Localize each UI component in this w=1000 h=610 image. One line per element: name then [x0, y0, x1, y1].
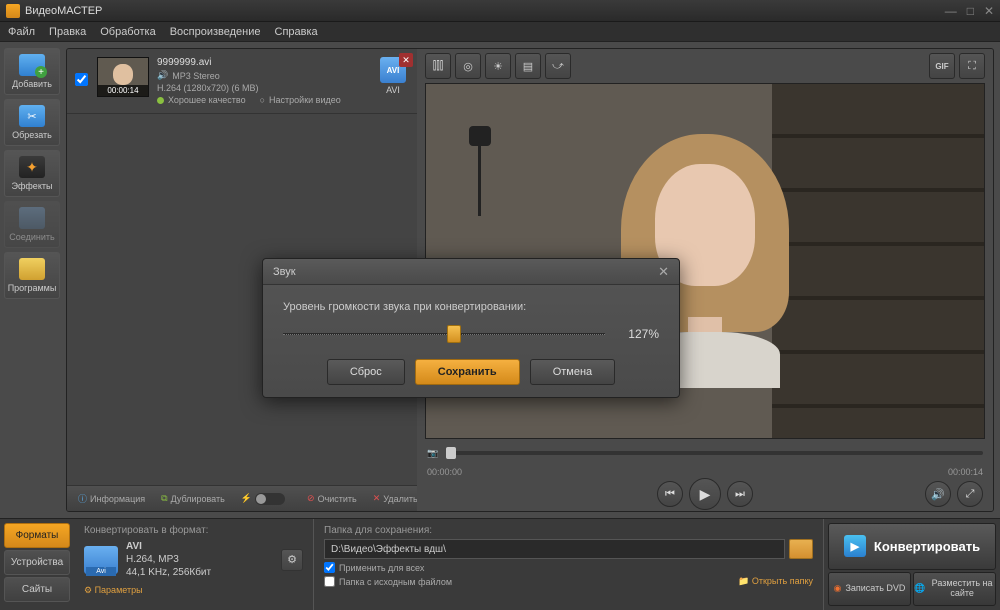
file-video: H.264 (1280x720) (6 MB) [157, 83, 259, 93]
camera-icon[interactable]: 📷 [427, 448, 438, 459]
minimize-icon[interactable]: — [945, 4, 957, 18]
expand-icon[interactable]: ⤢ [957, 481, 983, 507]
quality-dot-icon [157, 97, 164, 104]
play-button[interactable]: ▶ [689, 478, 721, 510]
volume-slider-knob[interactable] [447, 325, 461, 343]
open-folder-link[interactable]: 📁 Открыть папку [738, 576, 813, 587]
tab-formats[interactable]: Форматы [4, 523, 70, 548]
menu-file[interactable]: Файл [8, 26, 35, 38]
save-path-input[interactable] [324, 539, 785, 559]
speed-toggle[interactable]: ⚡ [236, 491, 290, 507]
crop-tool-icon[interactable]: ⫿⫿⫿ [425, 53, 451, 79]
convert-button[interactable]: Конвертировать [828, 523, 996, 570]
same-folder-checkbox[interactable]: Папка с исходным файлом [324, 576, 452, 587]
duplicate-button[interactable]: ⧉Дублировать [156, 491, 230, 506]
menu-edit[interactable]: Правка [49, 26, 86, 38]
menu-process[interactable]: Обработка [100, 26, 155, 38]
volume-value: 127% [619, 327, 659, 341]
sidebar: Добавить Обрезать Эффекты Соединить Прог… [0, 42, 64, 518]
output-bitrate: 44,1 KHz, 256Кбит [126, 567, 211, 578]
file-settings-link[interactable]: Настройки видео [269, 95, 341, 105]
effects-icon [19, 156, 45, 178]
app-title: ВидеоМАСТЕР [25, 5, 102, 17]
speed-icon[interactable]: ⤻ [545, 53, 571, 79]
output-format-name: AVI [126, 541, 142, 552]
file-name: 9999999.avi [157, 57, 369, 68]
scissors-icon [19, 105, 45, 127]
sidebar-effects[interactable]: Эффекты [4, 150, 60, 197]
sidebar-add[interactable]: Добавить [4, 48, 60, 95]
fullscreen-icon[interactable]: ⛶ [959, 53, 985, 79]
parameters-link[interactable]: ⚙ Параметры [84, 585, 303, 596]
dialog-close-icon[interactable]: ✕ [658, 264, 669, 280]
file-toolbar: ⓘИнформация ⧉Дублировать ⚡ ⊘Очистить ✕Уд… [67, 485, 417, 511]
convert-icon [844, 535, 866, 557]
file-duration: 00:00:14 [98, 85, 148, 96]
maximize-icon[interactable]: □ [967, 4, 974, 18]
format-label: AVI [386, 85, 400, 95]
file-thumbnail: 00:00:14 [97, 57, 149, 97]
add-icon [19, 54, 45, 76]
output-codec: H.264, MP3 [126, 554, 179, 565]
volume-label: Уровень громкости звука при конвертирова… [283, 301, 659, 313]
volume-slider-track[interactable] [283, 333, 605, 335]
close-window-icon[interactable]: ✕ [984, 4, 994, 18]
info-button[interactable]: ⓘИнформация [73, 490, 150, 507]
cancel-button[interactable]: Отмена [530, 359, 615, 385]
remove-file-icon[interactable]: ✕ [399, 53, 413, 67]
browse-folder-button[interactable] [789, 539, 813, 559]
save-folder-label: Папка для сохранения: [324, 525, 813, 536]
format-settings-icon[interactable]: ⚙ [281, 549, 303, 571]
gif-button[interactable]: GIF [929, 53, 955, 79]
apply-all-checkbox[interactable]: Применить для всех [324, 562, 813, 573]
sidebar-programs[interactable]: Программы [4, 252, 60, 299]
reset-button[interactable]: Сброс [327, 359, 405, 385]
menu-playback[interactable]: Воспроизведение [170, 26, 261, 38]
timeline-track[interactable] [446, 451, 983, 455]
sidebar-crop[interactable]: Обрезать [4, 99, 60, 146]
delete-button[interactable]: ✕Удалить [368, 491, 423, 506]
file-item[interactable]: 00:00:14 9999999.avi 🔊 MP3 Stereo H.264 (… [67, 49, 417, 114]
text-icon[interactable]: ▤ [515, 53, 541, 79]
burn-dvd-button[interactable]: ◉Записать DVD [828, 572, 911, 606]
prev-button[interactable]: ⏮ [657, 481, 683, 507]
titlebar: ВидеоМАСТЕР — □ ✕ [0, 0, 1000, 22]
tab-sites[interactable]: Сайты [4, 577, 70, 602]
time-start: 00:00:00 [427, 467, 462, 477]
brightness-icon[interactable]: ☀ [485, 53, 511, 79]
sidebar-join[interactable]: Соединить [4, 201, 60, 248]
save-button[interactable]: Сохранить [415, 359, 520, 385]
time-end: 00:00:14 [948, 467, 983, 477]
file-audio: MP3 Stereo [172, 71, 220, 81]
tab-devices[interactable]: Устройства [4, 550, 70, 575]
join-icon [19, 207, 45, 229]
output-format-icon [84, 546, 118, 574]
next-button[interactable]: ⏭ [727, 481, 753, 507]
timeline-knob[interactable] [446, 447, 456, 459]
bottom-panel: Форматы Устройства Сайты Конвертировать … [0, 518, 1000, 610]
app-logo-icon [6, 4, 20, 18]
menubar: Файл Правка Обработка Воспроизведение Сп… [0, 22, 1000, 42]
file-quality: Хорошее качество [168, 95, 246, 105]
file-checkbox[interactable] [75, 73, 88, 86]
upload-button[interactable]: 🌐Разместить на сайте [913, 572, 996, 606]
dialog-title: Звук [273, 266, 296, 278]
programs-icon [19, 258, 45, 280]
speaker-icon: 🔊 [157, 70, 168, 81]
clear-button[interactable]: ⊘Очистить [302, 491, 362, 506]
convert-to-label: Конвертировать в формат: [84, 525, 303, 536]
menu-help[interactable]: Справка [275, 26, 318, 38]
sound-dialog: Звук ✕ Уровень громкости звука при конве… [262, 258, 680, 398]
snapshot-icon[interactable]: ◎ [455, 53, 481, 79]
volume-icon[interactable]: 🔊 [925, 481, 951, 507]
